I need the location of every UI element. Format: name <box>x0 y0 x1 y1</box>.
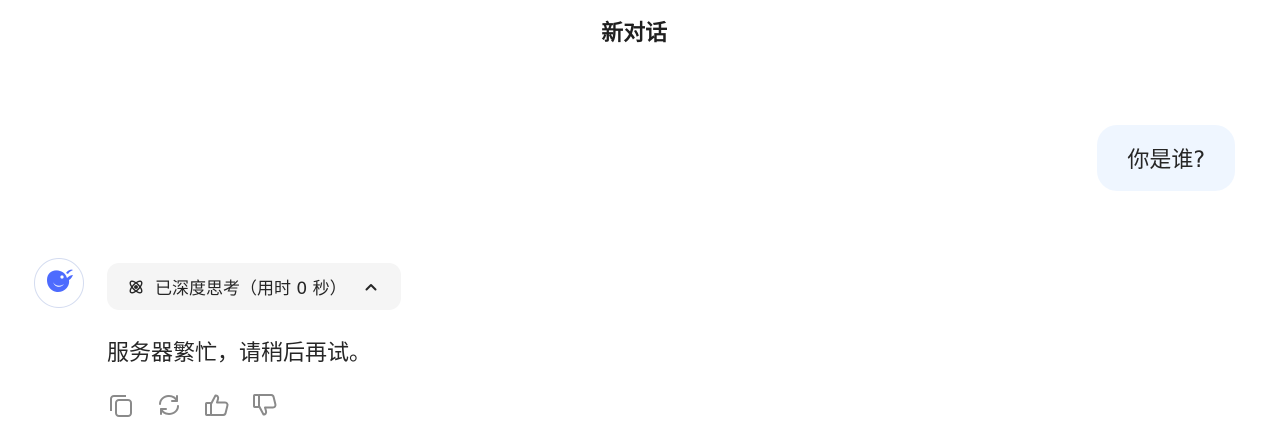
user-message-bubble: 你是谁? <box>1097 125 1235 191</box>
regenerate-icon <box>155 391 183 423</box>
assistant-answer-text: 服务器繁忙，请稍后再试。 <box>107 341 372 366</box>
page-title: 新对话 <box>601 21 668 46</box>
copy-icon <box>107 391 135 423</box>
deepseek-whale-icon <box>42 264 76 302</box>
thinking-toggle-button[interactable]: 已深度思考（用时 0 秒） <box>107 263 401 310</box>
thinking-label: 已深度思考（用时 0 秒） <box>155 279 347 299</box>
message-actions <box>107 392 279 422</box>
chevron-up-icon <box>363 279 379 295</box>
atom-icon <box>127 278 145 296</box>
assistant-avatar <box>34 258 84 308</box>
thumbs-down-button[interactable] <box>251 392 279 422</box>
copy-button[interactable] <box>107 392 135 422</box>
chat-page: 新对话 你是谁? 已深度思考（用时 0 秒） 服务器繁忙，请稍后再试。 <box>0 0 1269 447</box>
thumbs-down-icon <box>251 391 279 423</box>
thumbs-up-icon <box>203 391 231 423</box>
regenerate-button[interactable] <box>155 392 183 422</box>
thumbs-up-button[interactable] <box>203 392 231 422</box>
user-message-text: 你是谁? <box>1127 148 1205 173</box>
